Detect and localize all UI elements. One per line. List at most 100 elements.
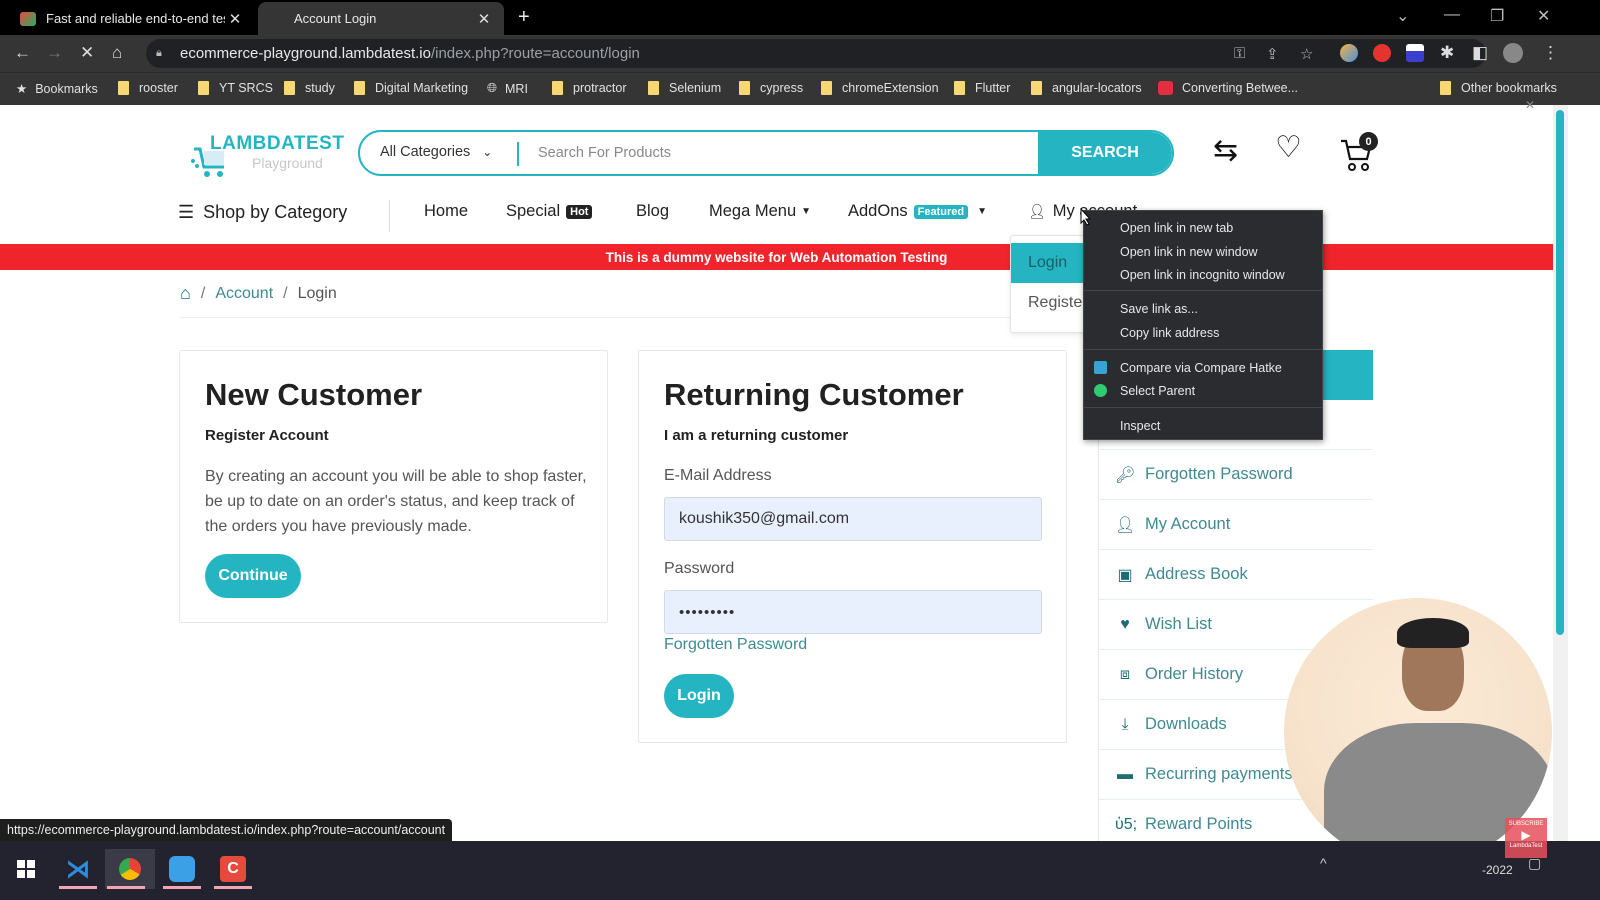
logo-subtitle: Playground (252, 155, 323, 171)
windows-start-icon[interactable] (5, 849, 47, 889)
context-select-parent[interactable]: Select Parent (1120, 384, 1195, 398)
continue-button[interactable]: Continue (205, 554, 301, 598)
compare-icon[interactable]: ⇆ (1213, 133, 1238, 168)
bookmark-item[interactable]: protractor (552, 81, 627, 95)
extension-window-icon[interactable] (1406, 44, 1424, 62)
system-tray-chevron-icon[interactable]: ^ (1320, 855, 1327, 871)
lambdatest-favicon-icon (20, 11, 36, 26)
nav-blog[interactable]: Blog (636, 202, 669, 221)
back-icon[interactable]: ← (14, 43, 31, 63)
restore-icon[interactable]: ❐ (1490, 6, 1504, 26)
extension-heart-icon[interactable] (1340, 44, 1358, 62)
bookmark-item[interactable]: angular-locators (1031, 81, 1142, 95)
bookmark-item[interactable]: rooster (118, 81, 178, 95)
divider (180, 317, 1073, 318)
bookmark-item[interactable]: 🌐︎ MRI (487, 81, 528, 96)
minimize-icon[interactable]: — (1444, 6, 1460, 24)
register-account-subtitle: Register Account (205, 427, 329, 444)
download-icon: ⤓ (1121, 715, 1129, 733)
link-status-bubble: https://ecommerce-playground.lambdatest.… (0, 819, 453, 841)
tab-title: Fast and reliable end-to-end test (46, 11, 225, 26)
login-button[interactable]: Login (664, 674, 734, 718)
tab-inactive[interactable]: Fast and reliable end-to-end test ✕ (0, 2, 255, 35)
bookmark-item[interactable]: Digital Marketing (354, 81, 468, 95)
nav-home[interactable]: Home (424, 202, 468, 221)
context-inspect[interactable]: Inspect (1120, 419, 1160, 433)
context-save-link-as[interactable]: Save link as... (1120, 302, 1198, 316)
bookmark-label: chromeExtension (842, 81, 939, 95)
tab-search-icon[interactable]: ⌄ (1396, 6, 1409, 26)
email-field[interactable]: koushik350@gmail.com (664, 497, 1042, 541)
extensions-puzzle-icon[interactable]: ✱ (1440, 43, 1454, 63)
chevron-down-icon: ⌄ (482, 145, 493, 159)
home-icon[interactable]: ⌂ (112, 43, 122, 63)
caret-down-icon: ▼ (801, 206, 812, 217)
account-menu-item-my-account[interactable]: 👤︎ My Account (1098, 500, 1373, 550)
breadcrumb-account[interactable]: Account (215, 285, 273, 303)
app-blue-icon[interactable] (161, 849, 203, 889)
close-tab-icon[interactable]: ✕ (225, 10, 245, 28)
home-icon[interactable]: ⌂ (180, 283, 191, 304)
context-copy-link-address[interactable]: Copy link address (1120, 326, 1219, 340)
window-close-icon[interactable]: ✕ (1537, 6, 1550, 26)
adblock-plus-icon[interactable] (1373, 44, 1391, 62)
bookmark-item[interactable]: cypress (739, 81, 803, 95)
forgotten-password-link[interactable]: Forgotten Password (664, 636, 807, 654)
tab-active[interactable]: Account Login ✕ (258, 2, 504, 35)
bookmark-item[interactable]: Other bookmarks (1440, 81, 1557, 95)
password-field[interactable]: ••••••••• (664, 590, 1042, 634)
context-open-new-tab[interactable]: Open link in new tab (1120, 221, 1233, 235)
camtasia-icon[interactable]: C (212, 849, 254, 889)
search-button[interactable]: SEARCH (1038, 132, 1172, 174)
bookmark-item[interactable]: Flutter (954, 81, 1010, 95)
menu-kebab-icon[interactable]: ⋮ (1542, 43, 1559, 63)
credit-card-icon: ▬ (1117, 765, 1133, 783)
address-bar[interactable]: 🔒︎ ecommerce-playground.lambdatest.io/in… (146, 39, 1486, 68)
forward-icon[interactable]: → (46, 43, 63, 63)
category-select[interactable]: All Categories ⌄ (380, 144, 492, 160)
profile-avatar[interactable] (1503, 43, 1523, 63)
lambdatest-logo[interactable]: LAMBDATEST Playground (190, 131, 344, 181)
password-key-icon[interactable]: ⚿ (1234, 45, 1245, 62)
bookmark-item[interactable]: YT SRCS (198, 81, 273, 95)
bookmark-label: Selenium (669, 81, 722, 95)
bookmark-item[interactable]: chromeExtension (821, 81, 939, 95)
bookmark-item[interactable]: Selenium (648, 81, 721, 95)
bookmark-item[interactable]: Converting Betwee... (1158, 81, 1298, 95)
nav-addons-label: AddOns (848, 202, 908, 220)
context-open-new-window[interactable]: Open link in new window (1120, 245, 1258, 259)
vscode-icon[interactable]: ⋊ (57, 849, 99, 889)
scrollbar-thumb[interactable] (1556, 110, 1564, 635)
wishlist-heart-icon[interactable]: ♡ (1275, 130, 1302, 165)
url-text[interactable]: ecommerce-playground.lambdatest.io/index… (180, 45, 640, 62)
side-panel-icon[interactable]: ◧ (1472, 43, 1488, 63)
nav-addons[interactable]: AddOns Featured ▼ (848, 202, 987, 221)
new-tab-button[interactable]: + (518, 6, 530, 29)
browser-tab-strip: Fast and reliable end-to-end test ✕ Acco… (0, 0, 1600, 35)
nav-mega-menu[interactable]: Mega Menu ▼ (709, 202, 811, 221)
chrome-icon[interactable] (105, 849, 155, 889)
page-scrollbar[interactable] (1553, 105, 1568, 841)
search-input[interactable]: Search For Products (538, 145, 671, 161)
bookmark-item[interactable]: ★ Bookmarks (16, 81, 98, 97)
account-menu-item-forgotten-password[interactable]: 🔑︎ Forgotten Password (1098, 450, 1373, 500)
lock-icon[interactable]: 🔒︎ (156, 47, 162, 60)
close-overlay-icon[interactable]: ✕ (1525, 98, 1535, 112)
nav-special[interactable]: Special Hot (506, 202, 593, 221)
share-icon[interactable]: ⇪ (1266, 45, 1279, 63)
bookmark-item[interactable]: study (284, 81, 335, 95)
bookmark-label: MRI (505, 81, 528, 96)
close-tab-icon[interactable]: ✕ (474, 10, 494, 28)
stop-loading-icon[interactable]: ✕ (80, 43, 94, 63)
context-compare-hatke[interactable]: Compare via Compare Hatke (1120, 361, 1282, 375)
bookmark-label: YT SRCS (219, 81, 273, 95)
account-menu-item-address-book[interactable]: ▣ Address Book (1098, 550, 1373, 600)
shop-by-category-button[interactable]: ☰ Shop by Category (178, 202, 347, 223)
active-indicator (214, 886, 252, 889)
email-label: E-Mail Address (664, 467, 772, 484)
bookmark-star-icon[interactable]: ☆ (1300, 45, 1313, 63)
context-open-incognito[interactable]: Open link in incognito window (1120, 268, 1285, 282)
bookmark-label: Other bookmarks (1461, 81, 1557, 95)
account-menu-label: Address Book (1145, 565, 1248, 583)
account-menu-label: Downloads (1145, 715, 1227, 733)
